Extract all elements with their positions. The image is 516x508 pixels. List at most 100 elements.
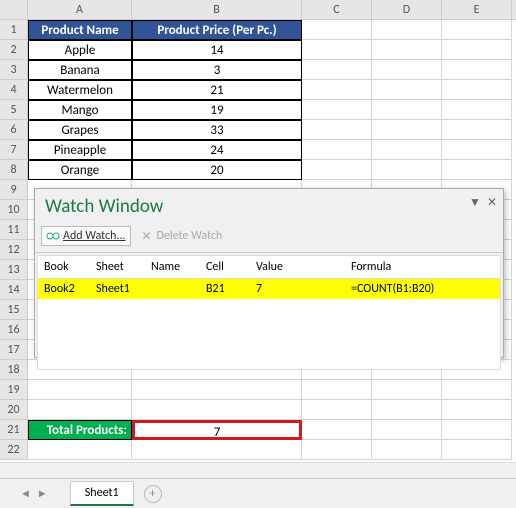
row-header[interactable]: 20 <box>0 400 28 420</box>
cell[interactable] <box>442 80 512 100</box>
nav-next-icon[interactable]: ► <box>37 487 48 500</box>
watch-row[interactable]: Book2 Sheet1 B21 7 =COUNT(B1:B20) <box>38 279 500 299</box>
cell[interactable] <box>372 160 442 180</box>
cell[interactable] <box>302 40 372 60</box>
add-watch-button[interactable]: Add Watch... <box>41 226 131 246</box>
cell[interactable]: 3 <box>132 60 302 80</box>
watch-col-name[interactable]: Name <box>151 260 206 274</box>
cell[interactable]: 14 <box>132 40 302 60</box>
cell[interactable] <box>372 80 442 100</box>
cell[interactable] <box>302 60 372 80</box>
header-cell[interactable]: Product Name <box>28 20 132 40</box>
row-header[interactable]: 21 <box>0 420 28 440</box>
cell[interactable]: Watermelon <box>28 80 132 100</box>
row-header[interactable]: 14 <box>0 280 28 300</box>
cell[interactable] <box>442 100 512 120</box>
row-header[interactable]: 5 <box>0 100 28 120</box>
cell[interactable]: 21 <box>132 80 302 100</box>
cell[interactable] <box>132 400 302 420</box>
close-icon[interactable]: ✕ <box>487 195 497 210</box>
col-header-a[interactable]: A <box>28 0 132 19</box>
cell[interactable] <box>372 440 442 460</box>
row-header[interactable]: 18 <box>0 360 28 380</box>
cell[interactable] <box>302 80 372 100</box>
cell[interactable]: 19 <box>132 100 302 120</box>
cell[interactable]: Orange <box>28 160 132 180</box>
row-header[interactable]: 15 <box>0 300 28 320</box>
cell[interactable] <box>302 100 372 120</box>
cell[interactable] <box>442 60 512 80</box>
row-header[interactable]: 9 <box>0 180 28 200</box>
cell[interactable] <box>302 380 372 400</box>
horizontal-scrollbar[interactable] <box>0 462 516 478</box>
cell[interactable]: Mango <box>28 100 132 120</box>
cell[interactable] <box>372 40 442 60</box>
col-header-e[interactable]: E <box>442 0 512 19</box>
total-value-cell[interactable]: 7 <box>132 420 302 440</box>
col-header-c[interactable]: C <box>302 0 372 19</box>
cell[interactable]: 24 <box>132 140 302 160</box>
watch-col-value[interactable]: Value <box>256 260 351 274</box>
cell[interactable] <box>442 440 512 460</box>
cell[interactable] <box>28 380 132 400</box>
cell[interactable] <box>302 20 372 40</box>
watch-col-cell[interactable]: Cell <box>206 260 256 274</box>
row-header[interactable]: 7 <box>0 140 28 160</box>
cell[interactable]: Grapes <box>28 120 132 140</box>
row-header[interactable]: 13 <box>0 260 28 280</box>
watch-col-sheet[interactable]: Sheet <box>96 260 151 274</box>
header-cell[interactable]: Product Price (Per Pc.) <box>132 20 302 40</box>
cell[interactable]: Banana <box>28 60 132 80</box>
cell[interactable] <box>372 20 442 40</box>
col-header-b[interactable]: B <box>132 0 302 19</box>
row-header[interactable]: 2 <box>0 40 28 60</box>
row-header[interactable]: 12 <box>0 240 28 260</box>
cell[interactable] <box>302 160 372 180</box>
row-header[interactable]: 22 <box>0 440 28 460</box>
cell[interactable] <box>442 160 512 180</box>
cell[interactable] <box>372 120 442 140</box>
cell[interactable] <box>132 380 302 400</box>
nav-prev-icon[interactable]: ◄ <box>20 487 31 500</box>
cell[interactable] <box>372 420 442 440</box>
cell[interactable] <box>372 100 442 120</box>
row-header[interactable]: 4 <box>0 80 28 100</box>
row-header[interactable]: 6 <box>0 120 28 140</box>
cell[interactable] <box>442 380 512 400</box>
row-header[interactable]: 3 <box>0 60 28 80</box>
cell[interactable]: 33 <box>132 120 302 140</box>
watch-col-book[interactable]: Book <box>44 260 96 274</box>
cell[interactable] <box>442 140 512 160</box>
cell[interactable] <box>442 120 512 140</box>
row-header[interactable]: 16 <box>0 320 28 340</box>
cell[interactable]: 20 <box>132 160 302 180</box>
total-label-cell[interactable]: Total Products: <box>28 420 132 440</box>
select-all-corner[interactable] <box>0 0 28 19</box>
cell[interactable] <box>372 140 442 160</box>
row-header[interactable]: 19 <box>0 380 28 400</box>
cell[interactable] <box>372 60 442 80</box>
add-sheet-button[interactable]: + <box>144 485 162 503</box>
row-header[interactable]: 1 <box>0 20 28 40</box>
cell[interactable] <box>302 400 372 420</box>
cell[interactable] <box>302 420 372 440</box>
cell[interactable] <box>302 440 372 460</box>
cell[interactable] <box>442 20 512 40</box>
cell[interactable]: Apple <box>28 40 132 60</box>
cell[interactable] <box>442 420 512 440</box>
cell[interactable] <box>28 440 132 460</box>
row-header[interactable]: 11 <box>0 220 28 240</box>
cell[interactable] <box>442 40 512 60</box>
watch-col-formula[interactable]: Formula <box>351 260 494 274</box>
row-header[interactable]: 17 <box>0 340 28 360</box>
row-header[interactable]: 10 <box>0 200 28 220</box>
dropdown-icon[interactable]: ▼ <box>469 195 481 210</box>
row-header[interactable]: 8 <box>0 160 28 180</box>
cell[interactable] <box>442 400 512 420</box>
cell[interactable] <box>132 440 302 460</box>
cell[interactable] <box>302 140 372 160</box>
cell[interactable] <box>28 400 132 420</box>
sheet-tab[interactable]: Sheet1 <box>70 481 134 506</box>
col-header-d[interactable]: D <box>372 0 442 19</box>
cell[interactable] <box>372 400 442 420</box>
